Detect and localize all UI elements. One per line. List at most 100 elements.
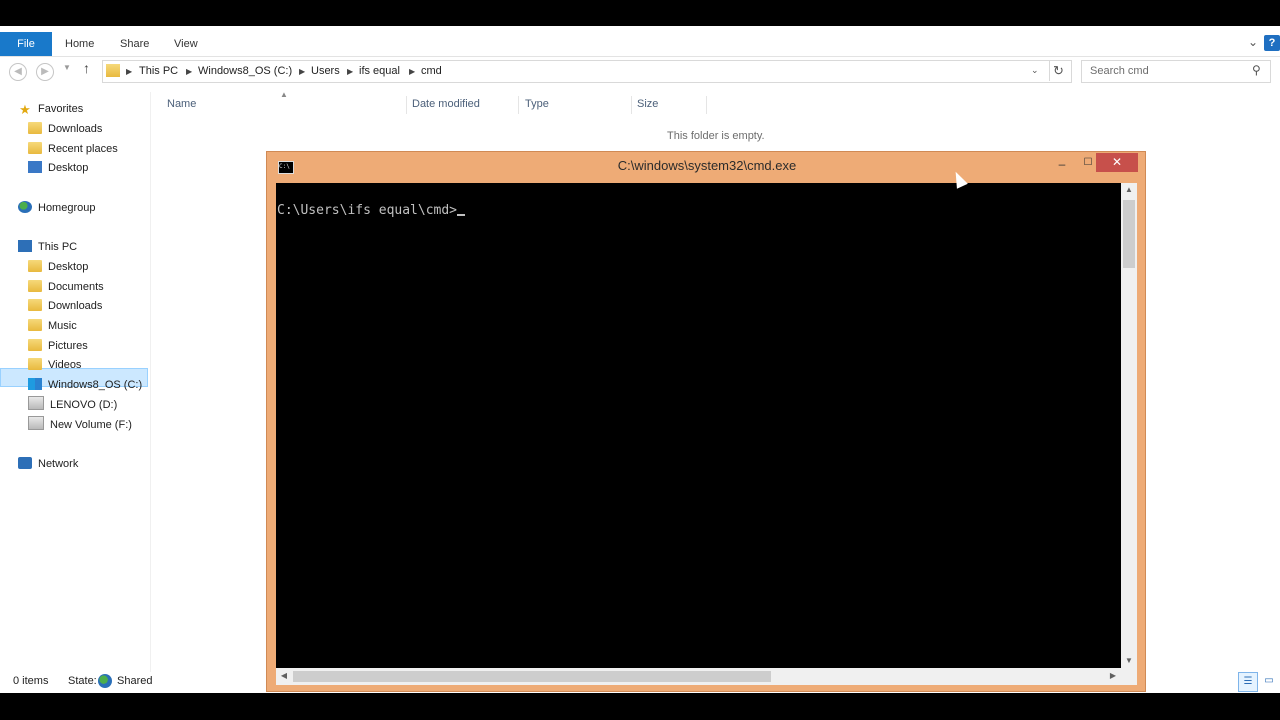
details-view-button[interactable]: ☰ [1238,672,1258,692]
network-icon [18,457,32,469]
breadcrumb-separator-icon[interactable]: ▶ [409,61,415,82]
command-prompt[interactable]: C:\Users\ifs equal\cmd> [277,203,466,218]
music-folder-icon [28,319,42,331]
breadcrumb-separator-icon[interactable]: ▶ [186,61,192,82]
minimize-button[interactable]: – [1049,154,1075,174]
nav-label: Documents [48,281,104,293]
breadcrumb-separator-icon: ▶ [126,67,133,76]
nav-pictures[interactable]: Pictures [28,337,88,356]
pictures-folder-icon [28,339,42,351]
nav-label: Videos [48,359,82,371]
tab-view[interactable]: View [174,32,198,56]
breadcrumb-separator-icon[interactable]: ▶ [299,61,305,82]
breadcrumb-this-pc[interactable]: This PC [139,61,178,82]
downloads-folder-icon [28,122,42,134]
nav-windows8-os-drive[interactable]: Windows8_OS (C:) [28,376,142,395]
column-name[interactable]: Name [167,92,196,116]
sort-ascending-icon: ▲ [280,90,288,99]
column-date-modified[interactable]: Date modified [412,92,480,116]
nav-downloads[interactable]: Downloads [28,297,102,316]
nav-music[interactable]: Music [28,317,77,336]
nav-downloads-fav[interactable]: Downloads [28,120,102,139]
column-divider[interactable] [518,96,519,114]
state-value: Shared [117,675,153,687]
forward-button[interactable]: ▶ [36,63,54,81]
computer-icon [18,240,32,252]
nav-desktop[interactable]: Desktop [28,258,88,277]
tab-home[interactable]: Home [65,32,94,56]
scroll-left-icon[interactable]: ◀ [276,671,292,680]
resize-grip[interactable] [1121,668,1137,685]
column-type[interactable]: Type [525,92,549,116]
nav-label: This PC [38,241,78,253]
text-cursor [457,214,466,216]
scroll-up-icon[interactable]: ▲ [1121,185,1137,194]
breadcrumb-users[interactable]: Users [311,61,340,82]
folder-icon [106,64,120,77]
address-history-chevron-icon[interactable]: ⌄ [1031,65,1039,76]
windows-drive-icon [28,378,42,390]
column-size[interactable]: Size [637,92,658,116]
documents-folder-icon [28,280,42,292]
scroll-down-icon[interactable]: ▼ [1121,656,1137,665]
nav-this-pc[interactable]: This PC [18,238,77,257]
nav-label: Windows8_OS (C:) [48,379,143,391]
nav-network[interactable]: Network [18,455,78,474]
tab-share[interactable]: Share [120,32,149,56]
state-label: State: [68,675,97,687]
recent-places-icon [28,142,42,154]
horizontal-scroll-thumb[interactable] [293,671,771,682]
nav-label: Downloads [48,123,103,135]
desktop-folder-icon [28,260,42,272]
nav-new-volume-drive[interactable]: New Volume (F:) [28,416,132,435]
vertical-scrollbar[interactable]: ▲ ▼ [1121,183,1137,668]
ribbon-tabs: File Home Share View ⌄ ? [0,32,1280,57]
cmd-window-title: C:\windows\system32\cmd.exe [617,158,797,173]
shared-icon [98,674,112,688]
up-arrow-icon[interactable]: ↑ [83,60,90,76]
back-button[interactable]: ◀ [9,63,27,81]
column-divider[interactable] [631,96,632,114]
nav-recent-places[interactable]: Recent places [28,140,118,159]
nav-label: Recent places [48,143,118,155]
console-output[interactable]: C:\Users\ifs equal\cmd> [276,183,1121,668]
help-icon[interactable]: ? [1264,35,1280,51]
nav-desktop-fav[interactable]: Desktop [28,159,88,178]
tab-file[interactable]: File [0,32,52,56]
nav-videos[interactable]: Videos [28,356,81,375]
search-input[interactable]: Search cmd [1090,61,1149,82]
scroll-right-icon[interactable]: ▶ [1105,671,1121,680]
refresh-icon[interactable]: ↻ [1053,63,1064,79]
breadcrumb-ifs-equal[interactable]: ifs equal [359,61,400,82]
column-divider[interactable] [706,96,707,114]
cmd-window[interactable]: C:\ C:\windows\system32\cmd.exe – ☐ ✕ C:… [266,151,1146,692]
breadcrumb-windows8-os[interactable]: Windows8_OS (C:) [198,61,292,82]
nav-label: Desktop [48,261,89,273]
star-icon: ★ [19,102,31,117]
prompt-text: C:\Users\ifs equal\cmd> [277,203,458,218]
nav-lenovo-drive[interactable]: LENOVO (D:) [28,396,117,415]
breadcrumb-cmd[interactable]: cmd [421,61,442,82]
address-bar[interactable]: ▶ This PC ▶ Windows8_OS (C:) ▶ Users ▶ i… [102,60,1072,83]
nav-favorites[interactable]: ★ Favorites [18,100,83,119]
breadcrumb-separator-icon[interactable]: ▶ [347,61,353,82]
search-box[interactable]: Search cmd ⚲ [1081,60,1271,83]
close-button[interactable]: ✕ [1096,153,1138,172]
horizontal-scrollbar[interactable]: ◀ ▶ [276,668,1121,685]
nav-label: Music [48,320,77,332]
nav-documents[interactable]: Documents [28,278,104,297]
drive-icon [28,396,44,410]
address-divider [1049,60,1050,81]
recent-locations-chevron-icon[interactable]: ▼ [63,63,71,72]
large-icons-view-button[interactable]: ▭ [1260,672,1278,690]
nav-label: LENOVO (D:) [50,399,118,411]
column-divider[interactable] [406,96,407,114]
nav-homegroup[interactable]: Homegroup [18,199,95,218]
search-icon[interactable]: ⚲ [1252,63,1261,77]
homegroup-icon [18,201,32,213]
vertical-scroll-thumb[interactable] [1123,200,1135,268]
navigation-bar: ◀ ▶ ▼ ↑ ▶ This PC ▶ Windows8_OS (C:) ▶ U… [0,57,1280,85]
downloads-folder-icon [28,299,42,311]
item-count: 0 items [13,675,49,687]
expand-ribbon-chevron-icon[interactable]: ⌄ [1248,35,1258,49]
